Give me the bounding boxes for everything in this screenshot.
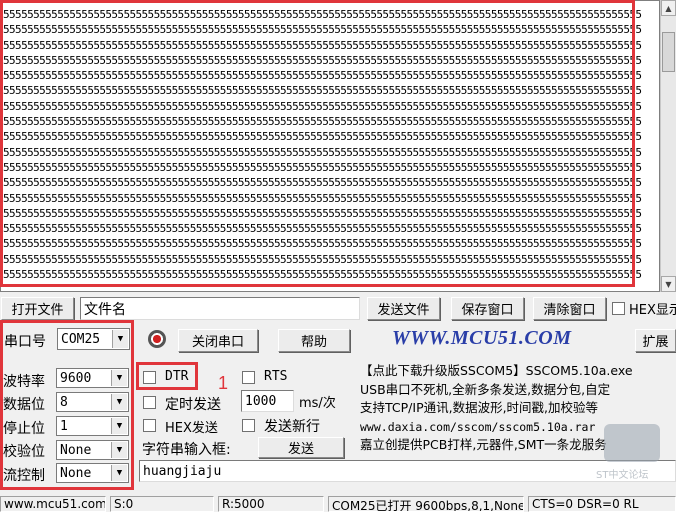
status-received: R:5000	[218, 496, 324, 512]
status-sent: S:0	[110, 496, 214, 512]
vertical-scrollbar[interactable]: ▲ ▼	[660, 0, 676, 292]
watermark-text: ST中文论坛	[596, 470, 649, 481]
status-port: COM25已打开 9600bps,8,1,None,None	[328, 496, 524, 512]
hex-display-label: HEX显示	[629, 303, 676, 318]
status-site[interactable]: www.mcu51.com	[0, 496, 106, 512]
close-port-button[interactable]: 关闭串口	[178, 329, 258, 352]
send-newline-label: 发送新行	[264, 419, 320, 435]
hex-send-checkbox[interactable]	[143, 419, 156, 432]
ad-line[interactable]: 支持TCP/IP通讯,数据波形,时间戳,加校验等	[360, 399, 676, 418]
scroll-down-icon[interactable]: ▼	[661, 276, 676, 292]
expand-button[interactable]: 扩展	[635, 329, 676, 352]
ad-line[interactable]: USB串口不死机,全新多条发送,数据分包,自定	[360, 381, 676, 400]
annotation-box-dtr	[136, 362, 198, 390]
mcu51-logo: WWW.MCU51.COM	[392, 327, 572, 349]
ad-line[interactable]: 【点此下载升级版SSCOM5】SSCOM5.10a.exe	[360, 362, 676, 381]
interval-unit-label: ms/次	[299, 396, 336, 411]
filename-field[interactable]: 文件名	[80, 297, 360, 320]
save-window-button[interactable]: 保存窗口	[451, 297, 524, 320]
send-newline-checkbox[interactable]	[242, 419, 255, 432]
timed-send-label: 定时发送	[165, 397, 221, 413]
annotation-box-settings	[0, 320, 134, 490]
help-button[interactable]: 帮助	[278, 329, 350, 352]
input-label: 字符串输入框:	[142, 442, 231, 458]
scroll-thumb[interactable]	[662, 32, 675, 72]
open-file-button[interactable]: 打开文件	[1, 297, 74, 320]
forum-watermark: ST中文论坛	[596, 424, 668, 482]
rts-checkbox[interactable]	[242, 371, 255, 384]
hex-send-label: HEX发送	[165, 421, 218, 436]
scroll-up-icon[interactable]: ▲	[661, 0, 676, 16]
send-file-button[interactable]: 发送文件	[367, 297, 440, 320]
annotation-box-receive	[0, 0, 635, 287]
rts-label: RTS	[264, 369, 288, 384]
clear-window-button[interactable]: 清除窗口	[533, 297, 606, 320]
interval-input[interactable]: 1000	[241, 390, 294, 412]
timed-send-checkbox[interactable]	[143, 396, 156, 409]
hex-display-checkbox[interactable]	[612, 302, 625, 315]
send-button[interactable]: 发送	[258, 437, 344, 458]
chat-bubble-icon	[604, 424, 660, 462]
port-status-led-icon	[148, 330, 166, 348]
annotation-number: 1	[218, 373, 229, 393]
status-signals: CTS=0 DSR=0 RL	[528, 496, 676, 512]
